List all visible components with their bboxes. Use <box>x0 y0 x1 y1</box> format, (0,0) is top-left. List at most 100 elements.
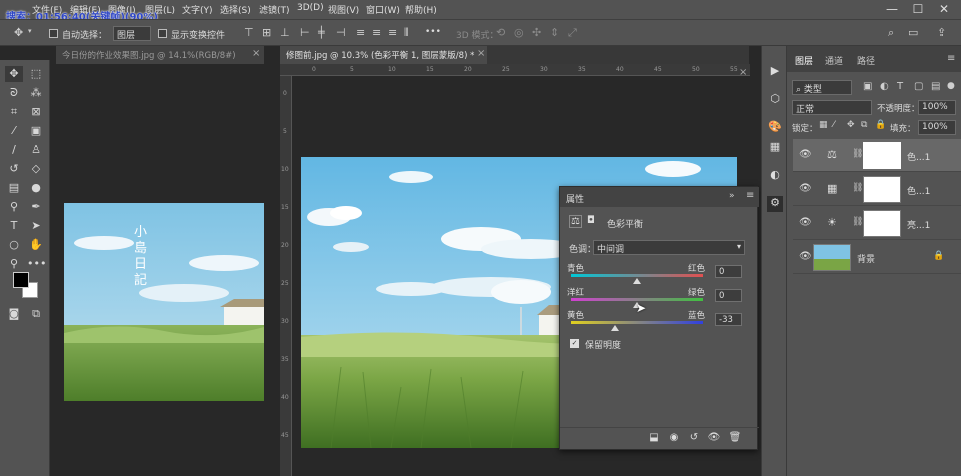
tab-strip-close-icon[interactable]: × <box>739 67 747 78</box>
opacity-field[interactable]: 100% <box>918 100 956 115</box>
quick-mask-icon[interactable]: ◙ <box>5 306 23 322</box>
filter-adjust-icon[interactable]: ◐ <box>880 82 889 92</box>
blur-tool-icon[interactable]: ● <box>27 180 45 196</box>
grid-panel-icon[interactable]: ▦ <box>767 140 783 156</box>
layer-name[interactable]: 色...1 <box>907 184 930 197</box>
layer-mask-thumbnail[interactable] <box>863 142 901 169</box>
layer-mask-thumbnail[interactable] <box>863 176 901 203</box>
menu-select[interactable]: 选择(S) <box>220 3 251 16</box>
align-left-icon[interactable]: ⊢ <box>300 27 310 38</box>
cyan-red-slider-thumb[interactable] <box>633 278 641 284</box>
lasso-tool-icon[interactable]: ᘐ <box>5 85 23 101</box>
brush-tool-icon[interactable]: / <box>5 142 23 158</box>
background-thumbnail[interactable] <box>813 244 851 271</box>
gradient-tool-icon[interactable]: ▤ <box>5 180 23 196</box>
layer-row[interactable]: 👁 ▦ ⛓ 色...1 <box>793 173 961 206</box>
distribute-bottom-icon[interactable]: ≡ <box>388 27 397 38</box>
tone-dropdown[interactable]: 中间调 ▾ <box>593 240 745 255</box>
align-bottom-icon[interactable]: ⊥ <box>280 27 290 38</box>
lock-all-icon[interactable]: 🔒 <box>875 121 886 130</box>
layer-filter-dropdown[interactable]: ⌕ 类型 <box>792 80 852 95</box>
menu-window[interactable]: 窗口(W) <box>366 3 400 16</box>
filter-type-icon[interactable]: T <box>897 82 903 92</box>
history-brush-tool-icon[interactable]: ↺ <box>5 161 23 177</box>
more-options-button[interactable]: ••• <box>425 27 441 37</box>
move-tool-icon[interactable]: ✥ <box>14 27 23 38</box>
pen-tool-icon[interactable]: ✒ <box>27 199 45 215</box>
move-tool-icon[interactable]: ✥ <box>5 66 23 82</box>
magic-wand-tool-icon[interactable]: ⁂ <box>27 85 45 101</box>
menu-view[interactable]: 视图(V) <box>328 3 359 16</box>
yellow-blue-value[interactable]: -33 <box>715 313 742 326</box>
align-top-icon[interactable]: ⊤ <box>244 27 254 38</box>
tab-doc1-close-icon[interactable]: × <box>252 48 260 59</box>
lock-image-icon[interactable]: ⁄ <box>833 121 835 130</box>
filter-toggle-icon[interactable]: ● <box>947 82 955 91</box>
adjustments-panel-icon[interactable]: ◐ <box>767 168 783 184</box>
ellipse-tool-icon[interactable]: ○ <box>5 237 23 253</box>
distribute-top-icon[interactable]: ≡ <box>356 27 365 38</box>
path-selection-tool-icon[interactable]: ➤ <box>27 218 45 234</box>
search-icon[interactable]: ⌕ <box>888 27 894 38</box>
healing-brush-tool-icon[interactable]: ▣ <box>27 123 45 139</box>
menu-3d[interactable]: 3D(D) <box>297 3 324 13</box>
visibility-eye-icon[interactable]: 👁 <box>799 217 812 228</box>
auto-select-checkbox[interactable] <box>49 29 58 38</box>
menu-help[interactable]: 帮助(H) <box>405 3 437 16</box>
filter-pixel-icon[interactable]: ▣ <box>863 82 872 92</box>
mask-icon[interactable]: ◘ <box>587 215 595 226</box>
tab-doc2-close-icon[interactable]: × <box>477 48 485 59</box>
chain-link-icon[interactable]: ⛓ <box>852 183 863 193</box>
3d-roll-icon[interactable]: ◎ <box>514 27 524 38</box>
screen-mode-icon[interactable]: ⧉ <box>27 306 45 322</box>
3d-slide-icon[interactable]: ⇕ <box>550 27 559 38</box>
layer-mask-thumbnail[interactable] <box>863 210 901 237</box>
maximize-button[interactable]: ☐ <box>906 0 930 19</box>
eraser-tool-icon[interactable]: ◇ <box>27 161 45 177</box>
frame-tool-icon[interactable]: ⊠ <box>27 104 45 120</box>
view-previous-icon[interactable]: ◉ <box>667 432 681 444</box>
yellow-blue-slider-thumb[interactable] <box>611 325 620 331</box>
menu-filter[interactable]: 滤镜(T) <box>259 3 290 16</box>
tab-layers[interactable]: 图层 <box>795 54 813 67</box>
layer-row[interactable]: 👁 背景 🔒 <box>793 241 961 274</box>
tab-channels[interactable]: 通道 <box>825 54 843 67</box>
tab-paths[interactable]: 路径 <box>857 54 875 67</box>
tab-doc1[interactable]: 今日份的作业效果图.jpg @ 14.1%(RGB/8#) <box>56 46 264 64</box>
crop-tool-icon[interactable]: ⌗ <box>5 104 23 120</box>
layer-row[interactable]: 👁 ☀ ⛓ 亮...1 <box>793 207 961 240</box>
tab-doc2[interactable]: 修图前.jpg @ 10.3% (色彩平衡 1, 图层蒙版/8) * <box>280 46 487 64</box>
3d-panel-icon[interactable]: ⬡ <box>767 92 783 108</box>
preserve-luminosity-checkbox[interactable]: ✓ <box>570 339 579 348</box>
3d-pan-icon[interactable]: ✣ <box>532 27 541 38</box>
3d-orbit-icon[interactable]: ⟲ <box>496 27 505 38</box>
layer-name[interactable]: 色...1 <box>907 150 930 163</box>
chevron-down-icon[interactable]: ▾ <box>28 28 32 35</box>
minimize-button[interactable]: — <box>880 0 904 19</box>
3d-scale-icon[interactable]: ⤢ <box>568 27 577 38</box>
eyedropper-tool-icon[interactable]: ⁄ <box>5 123 23 139</box>
lock-transparent-icon[interactable]: ▦ <box>819 121 828 130</box>
filter-smart-icon[interactable]: ▤ <box>931 82 940 92</box>
properties-panel-icon[interactable]: ⚙ <box>767 196 783 212</box>
chain-link-icon[interactable]: ⛓ <box>852 217 863 227</box>
workspace-icon[interactable]: ▭ <box>908 27 918 38</box>
blend-mode-dropdown[interactable]: 正常 <box>792 100 872 115</box>
magenta-green-value[interactable]: 0 <box>715 289 742 302</box>
layer-name[interactable]: 背景 <box>857 252 875 265</box>
marquee-tool-icon[interactable]: ⬚ <box>27 66 45 82</box>
panel-menu-icon[interactable]: ≡ <box>746 190 754 201</box>
reset-icon[interactable]: ↺ <box>687 432 701 444</box>
clip-to-layer-icon[interactable]: ⬓ <box>647 432 661 444</box>
menu-type[interactable]: 文字(Y) <box>182 3 213 16</box>
chain-link-icon[interactable]: ⛓ <box>852 149 863 159</box>
filter-shape-icon[interactable]: ▢ <box>914 82 923 92</box>
swatches-panel-icon[interactable]: 🎨 <box>767 120 783 136</box>
visibility-eye-icon[interactable]: 👁 <box>799 251 812 262</box>
cyan-red-slider-track[interactable] <box>571 274 703 277</box>
lock-position-icon[interactable]: ✥ <box>847 121 855 130</box>
distribute-left-icon[interactable]: ⫴ <box>404 27 409 38</box>
show-transform-checkbox[interactable] <box>158 29 167 38</box>
visibility-eye-icon[interactable]: 👁 <box>707 432 721 444</box>
align-right-icon[interactable]: ⊣ <box>336 27 346 38</box>
